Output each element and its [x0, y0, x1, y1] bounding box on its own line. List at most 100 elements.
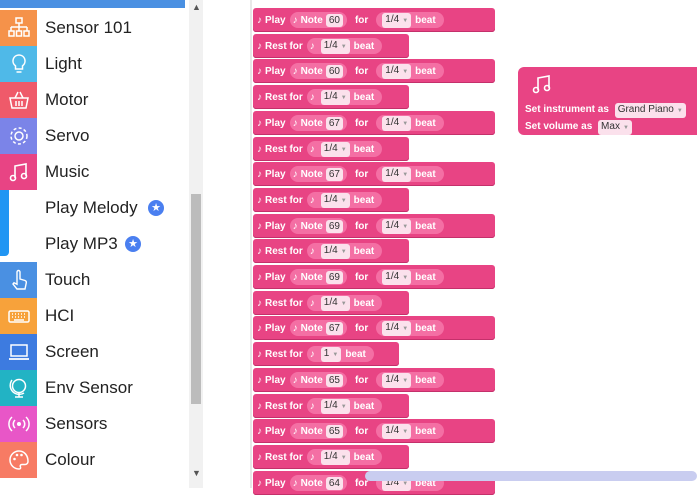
instrument-setup-block[interactable]: Set instrument as Grand Piano ▼ Set volum… — [518, 67, 697, 135]
beat-dropdown-value: 1/4 — [385, 321, 400, 333]
beat-dropdown[interactable]: 1/4 ▼ — [382, 320, 412, 336]
sidebar-scroll-thumb[interactable] — [191, 194, 201, 404]
workspace-edge — [250, 0, 252, 488]
rest-block[interactable]: ♪ Rest for ♪ 1 ▼ beat — [253, 342, 399, 366]
note-icon: ♪ — [292, 425, 298, 437]
beat-dropdown[interactable]: 1/4 ▼ — [382, 218, 412, 234]
rest-block[interactable]: ♪ Rest for ♪ 1/4 ▼ beat — [253, 34, 409, 58]
beat-slot: ♪ 1 ▼ beat — [306, 346, 374, 362]
chevron-down-icon: ▼ — [340, 300, 347, 307]
category-item[interactable]: Sensor 101 — [0, 10, 190, 46]
category-item[interactable]: HCI — [0, 298, 190, 334]
beat-dropdown[interactable]: 1/4 ▼ — [320, 243, 350, 259]
category-item[interactable]: Screen — [0, 334, 190, 370]
rest-block[interactable]: ♪ Rest for ♪ 1/4 ▼ beat — [253, 291, 409, 315]
play-note-block[interactable]: ♪ Play ♪ Note 60 for 1/4 ▼ beat — [253, 59, 495, 83]
star-badge-icon[interactable]: ★ — [125, 236, 141, 252]
beat-dropdown[interactable]: 1/4 ▼ — [382, 423, 412, 439]
category-item[interactable]: Servo — [0, 118, 190, 154]
beat-dropdown[interactable]: 1/4 ▼ — [382, 12, 412, 28]
beat-dropdown-value: 1/4 — [323, 142, 338, 154]
note-icon: ♪ — [257, 91, 262, 103]
beat-dropdown[interactable]: 1/4 ▼ — [382, 372, 412, 388]
for-label: for — [354, 65, 369, 77]
beat-dropdown-value: 1/4 — [323, 399, 338, 411]
play-note-block[interactable]: ♪ Play ♪ Note 67 for 1/4 ▼ beat — [253, 316, 495, 340]
category-item[interactable]: Play Melody ★ — [0, 190, 190, 226]
basket-icon — [0, 82, 37, 118]
note-value[interactable]: 65 — [325, 373, 343, 387]
scroll-up-icon[interactable]: ▲ — [192, 2, 201, 12]
note-label: Note — [300, 322, 323, 334]
play-note-block[interactable]: ♪ Play ♪ Note 60 for 1/4 ▼ beat — [253, 8, 495, 32]
rest-block[interactable]: ♪ Rest for ♪ 1/4 ▼ beat — [253, 445, 409, 469]
category-item[interactable]: Colour — [0, 442, 190, 478]
sidebar-scrollbar[interactable]: ▲ ▼ — [189, 0, 203, 488]
beat-dropdown[interactable]: 1/4 ▼ — [382, 166, 412, 182]
chevron-down-icon: ▼ — [340, 197, 347, 204]
beat-dropdown-value: 1/4 — [385, 116, 400, 128]
note-value[interactable]: 69 — [325, 270, 343, 284]
beat-label: beat — [415, 374, 436, 386]
rest-block[interactable]: ♪ Rest for ♪ 1/4 ▼ beat — [253, 188, 409, 212]
note-value[interactable]: 60 — [325, 13, 343, 27]
play-note-block[interactable]: ♪ Play ♪ Note 69 for 1/4 ▼ beat — [253, 265, 495, 289]
beat-dropdown-value: 1/4 — [385, 373, 400, 385]
workspace-horizontal-scrollbar[interactable] — [365, 471, 697, 481]
rest-block[interactable]: ♪ Rest for ♪ 1/4 ▼ beat — [253, 239, 409, 263]
instrument-dropdown[interactable]: Grand Piano ▼ — [614, 103, 686, 118]
beat-dropdown[interactable]: 1 ▼ — [320, 346, 342, 362]
note-value[interactable]: 65 — [325, 424, 343, 438]
category-item[interactable]: Play MP3 ★ — [0, 226, 190, 262]
chevron-down-icon: ▼ — [402, 17, 409, 24]
beat-dropdown[interactable]: 1/4 ▼ — [320, 89, 350, 105]
note-value[interactable]: 67 — [325, 116, 343, 130]
note-label: Note — [300, 374, 323, 386]
star-badge-icon[interactable]: ★ — [148, 200, 164, 216]
beat-label: beat — [353, 451, 375, 463]
note-value[interactable]: 67 — [325, 167, 343, 181]
rest-block[interactable]: ♪ Rest for ♪ 1/4 ▼ beat — [253, 394, 409, 418]
category-item[interactable]: Motor — [0, 82, 190, 118]
note-slot: ♪ Note 64 — [289, 475, 347, 491]
category-item[interactable]: Env Sensor — [0, 370, 190, 406]
play-note-block[interactable]: ♪ Play ♪ Note 65 for 1/4 ▼ beat — [253, 368, 495, 392]
beat-dropdown[interactable]: 1/4 ▼ — [320, 398, 350, 414]
rest-block[interactable]: ♪ Rest for ♪ 1/4 ▼ beat — [253, 85, 409, 109]
note-value[interactable]: 67 — [325, 321, 343, 335]
beat-slot: 1/4 ▼ beat — [376, 372, 444, 388]
beat-dropdown[interactable]: 1/4 ▼ — [320, 192, 350, 208]
volume-dropdown[interactable]: Max ▼ — [598, 120, 632, 135]
scroll-down-icon[interactable]: ▼ — [192, 468, 201, 478]
note-icon: ♪ — [309, 400, 315, 412]
play-note-block[interactable]: ♪ Play ♪ Note 69 for 1/4 ▼ beat — [253, 214, 495, 238]
beat-slot: 1/4 ▼ beat — [376, 269, 444, 285]
category-item[interactable]: Touch — [0, 262, 190, 298]
play-note-block[interactable]: ♪ Play ♪ Note 67 for 1/4 ▼ beat — [253, 111, 495, 135]
beat-slot: ♪ 1/4 ▼ beat — [306, 38, 383, 54]
beat-dropdown[interactable]: 1/4 ▼ — [320, 38, 350, 54]
play-note-block[interactable]: ♪ Play ♪ Note 65 for 1/4 ▼ beat — [253, 419, 495, 443]
beat-dropdown[interactable]: 1/4 ▼ — [382, 63, 412, 79]
note-label: Note — [300, 271, 323, 283]
rest-for-label: Rest for — [265, 245, 303, 257]
beat-dropdown-value: 1/4 — [385, 167, 400, 179]
note-icon: ♪ — [257, 374, 262, 386]
rest-block[interactable]: ♪ Rest for ♪ 1/4 ▼ beat — [253, 137, 409, 161]
beat-dropdown-value: 1/4 — [385, 219, 400, 231]
beat-dropdown[interactable]: 1/4 ▼ — [382, 115, 412, 131]
beat-dropdown[interactable]: 1/4 ▼ — [320, 449, 350, 465]
beat-label: beat — [353, 297, 375, 309]
note-value[interactable]: 60 — [325, 64, 343, 78]
category-item[interactable]: Light — [0, 46, 190, 82]
beat-dropdown[interactable]: 1/4 ▼ — [382, 269, 412, 285]
beat-dropdown[interactable]: 1/4 ▼ — [320, 141, 350, 157]
note-value[interactable]: 69 — [325, 219, 343, 233]
category-item[interactable]: Music — [0, 154, 190, 190]
beat-dropdown[interactable]: 1/4 ▼ — [320, 295, 350, 311]
category-item[interactable]: Sensors — [0, 406, 190, 442]
beat-label: beat — [415, 271, 436, 283]
for-label: for — [354, 374, 369, 386]
beat-slot: 1/4 ▼ beat — [376, 63, 444, 79]
play-note-block[interactable]: ♪ Play ♪ Note 67 for 1/4 ▼ beat — [253, 162, 495, 186]
